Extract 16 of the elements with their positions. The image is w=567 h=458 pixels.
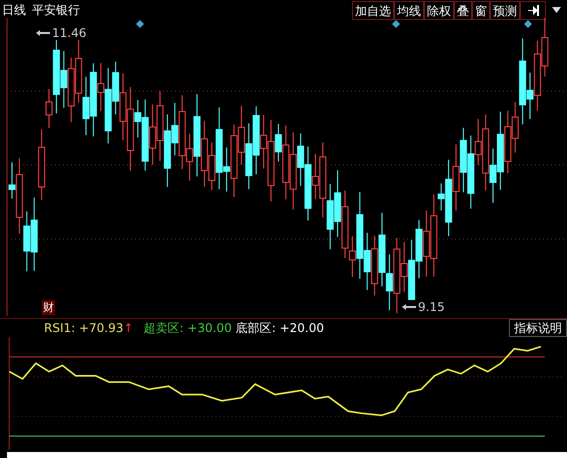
stock-name: 平安银行 — [32, 2, 80, 18]
toolbar-button[interactable]: 叠 — [454, 0, 472, 20]
toolbar-button[interactable]: 预测 — [490, 0, 520, 20]
low-price-label: 9.15 — [418, 300, 445, 314]
period-label[interactable]: 日线 — [2, 2, 26, 18]
high-price-label: 11.46 — [52, 26, 86, 40]
indicator-value: 底部区: +20.00 — [236, 320, 324, 336]
indicator-value: RSI1: +70.93 — [44, 321, 124, 335]
toolbar-button[interactable]: 均线 — [394, 0, 424, 20]
toolbar-button[interactable]: 加自选 — [352, 0, 394, 20]
toolbar-button[interactable]: 窗 — [472, 0, 490, 20]
up-arrow: ↑ — [123, 321, 134, 335]
indicator-value: 超卖区: +30.00 — [143, 320, 232, 336]
indicator-help-button[interactable]: 指标说明 — [509, 319, 567, 337]
toolbar-button[interactable]: 除权 — [424, 0, 454, 20]
news-badge[interactable]: 财 — [42, 300, 55, 315]
